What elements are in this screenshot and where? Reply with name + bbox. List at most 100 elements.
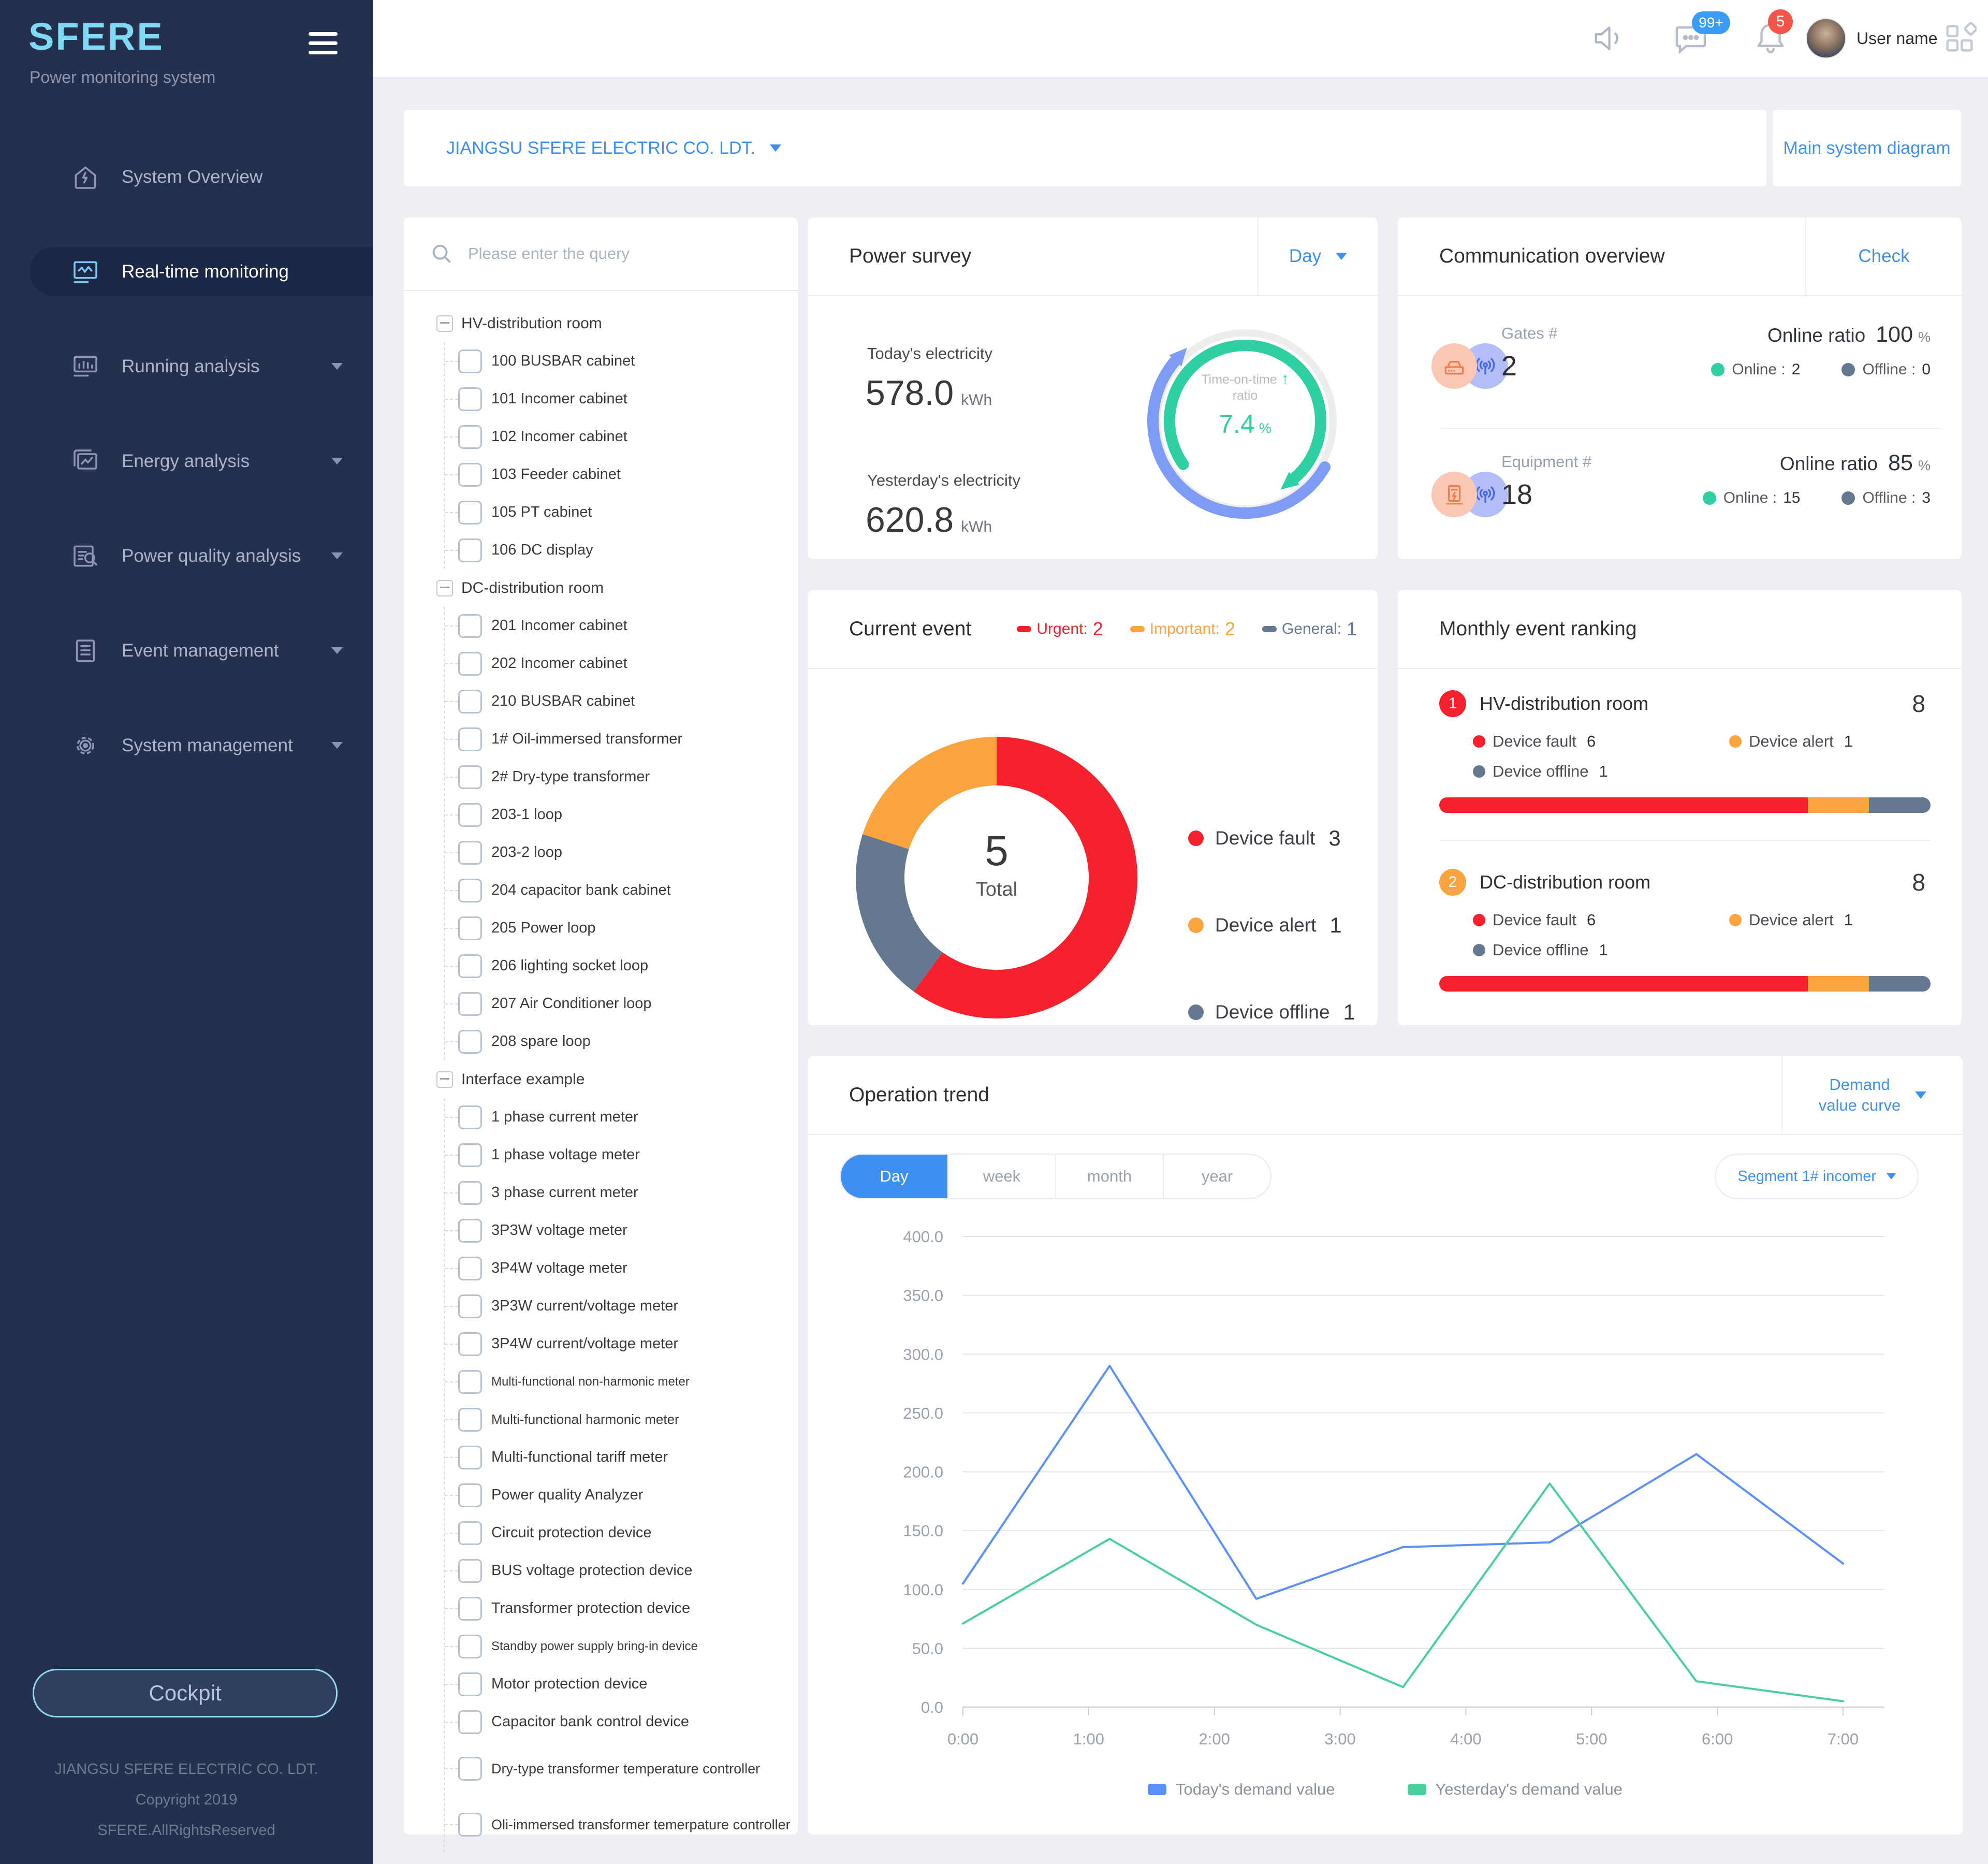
checkbox[interactable] xyxy=(458,690,482,713)
checkbox[interactable] xyxy=(458,1521,482,1545)
tree-item-oli-immersed-transformer-temerpature-controller[interactable]: Oli-immersed transformer temerpature con… xyxy=(445,1797,798,1853)
tree-item-1-phase-voltage-meter[interactable]: 1 phase voltage meter xyxy=(445,1136,798,1174)
tree-item-circuit-protection-device[interactable]: Circuit protection device xyxy=(445,1514,798,1552)
search-input[interactable] xyxy=(467,244,759,264)
notifications-bell-icon[interactable]: 5 xyxy=(1752,0,1789,77)
tree-item-2-dry-type-transformer[interactable]: 2# Dry-type transformer xyxy=(445,758,798,796)
checkbox[interactable] xyxy=(458,1181,482,1205)
tree-item-multi-functional-harmonic-meter[interactable]: Multi-functional harmonic meter xyxy=(445,1401,798,1438)
speaker-icon[interactable] xyxy=(1592,0,1624,77)
checkbox[interactable] xyxy=(458,425,482,449)
tree-item-205-power-loop[interactable]: 205 Power loop xyxy=(445,909,798,947)
sidebar-item-system-management[interactable]: System management xyxy=(0,721,373,770)
tree-item-transformer-protection-device[interactable]: Transformer protection device xyxy=(445,1590,798,1627)
tree-item-105-pt-cabinet[interactable]: 105 PT cabinet xyxy=(445,493,798,531)
tree-item-202-incomer-cabinet[interactable]: 202 Incomer cabinet xyxy=(445,645,798,682)
tree-item-multi-functional-tariff-meter[interactable]: Multi-functional tariff meter xyxy=(445,1438,798,1476)
tree-item-208-spare-loop[interactable]: 208 spare loop xyxy=(445,1023,798,1060)
checkbox[interactable] xyxy=(458,1483,482,1507)
tree-item-210-busbar-cabinet[interactable]: 210 BUSBAR cabinet xyxy=(445,682,798,720)
sidebar-item-energy-analysis[interactable]: Energy analysis xyxy=(0,436,373,486)
tree-item-103-feeder-cabinet[interactable]: 103 Feeder cabinet xyxy=(445,456,798,493)
tree-item-3p3w-current-voltage-meter[interactable]: 3P3W current/voltage meter xyxy=(445,1287,798,1325)
checkbox[interactable] xyxy=(458,1813,482,1837)
tree-item-capacitor-bank-control-device[interactable]: Capacitor bank control device xyxy=(445,1703,798,1741)
tree-item-207-air-conditioner-loop[interactable]: 207 Air Conditioner loop xyxy=(445,985,798,1023)
checkbox[interactable] xyxy=(458,1559,482,1583)
tree-root-interface-example[interactable]: Interface example xyxy=(404,1060,798,1098)
checkbox[interactable] xyxy=(458,1143,482,1167)
checkbox[interactable] xyxy=(458,1294,482,1318)
checkbox[interactable] xyxy=(458,538,482,562)
checkbox[interactable] xyxy=(458,1030,482,1054)
checkbox[interactable] xyxy=(458,1710,482,1734)
sidebar-item-running-analysis[interactable]: Running analysis xyxy=(0,342,373,391)
checkbox[interactable] xyxy=(458,803,482,827)
tree-item-3p4w-voltage-meter[interactable]: 3P4W voltage meter xyxy=(445,1249,798,1287)
tree-item-power-quality-analyzer[interactable]: Power quality Analyzer xyxy=(445,1476,798,1514)
sidebar-item-event-management[interactable]: Event management xyxy=(0,626,373,675)
checkbox[interactable] xyxy=(458,1370,482,1394)
tree-item-101-incomer-cabinet[interactable]: 101 Incomer cabinet xyxy=(445,380,798,418)
tree-item-motor-protection-device[interactable]: Motor protection device xyxy=(445,1665,798,1703)
checkbox[interactable] xyxy=(458,879,482,902)
apps-grid-icon[interactable] xyxy=(1942,0,1977,77)
checkbox[interactable] xyxy=(458,1446,482,1469)
checkbox[interactable] xyxy=(458,1672,482,1696)
checkbox[interactable] xyxy=(458,350,482,373)
checkbox[interactable] xyxy=(458,1408,482,1432)
checkbox[interactable] xyxy=(458,916,482,940)
checkbox[interactable] xyxy=(458,1635,482,1658)
demand-value-curve-select[interactable]: Demandvalue curve xyxy=(1781,1056,1963,1134)
tree-item-dry-type-transformer-temperature-controller[interactable]: Dry-type transformer temperature control… xyxy=(445,1741,798,1797)
tree-item-206-lighting-socket-loop[interactable]: 206 lighting socket loop xyxy=(445,947,798,985)
company-selector[interactable]: JIANGSU SFERE ELECTRIC CO. LDT. xyxy=(446,138,781,158)
tab-week[interactable]: week xyxy=(948,1155,1056,1198)
tab-month[interactable]: month xyxy=(1056,1155,1164,1198)
collapse-icon[interactable] xyxy=(436,1071,453,1088)
checkbox[interactable] xyxy=(458,1332,482,1356)
tree-item-standby-power-supply-bring-in-device[interactable]: Standby power supply bring-in device xyxy=(445,1627,798,1665)
checkbox[interactable] xyxy=(458,463,482,487)
hamburger-menu-icon[interactable] xyxy=(309,32,338,60)
tree-item-203-2-loop[interactable]: 203-2 loop xyxy=(445,834,798,871)
checkbox[interactable] xyxy=(458,387,482,411)
checkbox[interactable] xyxy=(458,501,482,525)
cockpit-button[interactable]: Cockpit xyxy=(33,1669,338,1717)
checkbox[interactable] xyxy=(458,992,482,1016)
tree-item-204-capacitor-bank-cabinet[interactable]: 204 capacitor bank cabinet xyxy=(445,871,798,909)
messages-icon[interactable]: 99+ xyxy=(1672,0,1709,77)
checkbox[interactable] xyxy=(458,1219,482,1243)
user-avatar[interactable] xyxy=(1806,0,1846,77)
check-button[interactable]: Check xyxy=(1805,217,1962,295)
tree-item-3p4w-current-voltage-meter[interactable]: 3P4W current/voltage meter xyxy=(445,1325,798,1363)
tab-day[interactable]: Day xyxy=(841,1155,948,1198)
segment-select[interactable]: Segment 1# incomer xyxy=(1715,1154,1919,1199)
checkbox[interactable] xyxy=(458,1105,482,1129)
tab-year[interactable]: year xyxy=(1164,1155,1270,1198)
tree-item-102-incomer-cabinet[interactable]: 102 Incomer cabinet xyxy=(445,418,798,456)
collapse-icon[interactable] xyxy=(436,315,453,332)
checkbox[interactable] xyxy=(458,727,482,751)
checkbox[interactable] xyxy=(458,1597,482,1621)
tree-root-hv-distribution-room[interactable]: HV-distribution room xyxy=(404,304,798,342)
sidebar-item-power-quality-analysis[interactable]: Power quality analysis xyxy=(0,531,373,580)
sidebar-item-real-time-monitoring[interactable]: Real-time monitoring xyxy=(0,247,373,296)
tree-item-100-busbar-cabinet[interactable]: 100 BUSBAR cabinet xyxy=(445,342,798,380)
checkbox[interactable] xyxy=(458,614,482,638)
checkbox[interactable] xyxy=(458,841,482,865)
checkbox[interactable] xyxy=(458,1257,482,1280)
tree-item-201-incomer-cabinet[interactable]: 201 Incomer cabinet xyxy=(445,607,798,645)
checkbox[interactable] xyxy=(458,954,482,978)
tree-item-203-1-loop[interactable]: 203-1 loop xyxy=(445,796,798,834)
tree-item-1-oil-immersed-transformer[interactable]: 1# Oil-immersed transformer xyxy=(445,720,798,758)
user-name[interactable]: User name xyxy=(1857,0,1938,77)
tree-root-dc-distribution-room[interactable]: DC-distribution room xyxy=(404,569,798,607)
tree-item-1-phase-current-meter[interactable]: 1 phase current meter xyxy=(445,1098,798,1136)
tree-item-multi-functional-non-harmonic-meter[interactable]: Multi-functional non-harmonic meter xyxy=(445,1363,798,1401)
checkbox[interactable] xyxy=(458,765,482,789)
tree-item-bus-voltage-protection-device[interactable]: BUS voltage protection device xyxy=(445,1552,798,1590)
period-select[interactable]: Day xyxy=(1258,217,1378,295)
tree-item-3p3w-voltage-meter[interactable]: 3P3W voltage meter xyxy=(445,1212,798,1249)
checkbox[interactable] xyxy=(458,652,482,676)
